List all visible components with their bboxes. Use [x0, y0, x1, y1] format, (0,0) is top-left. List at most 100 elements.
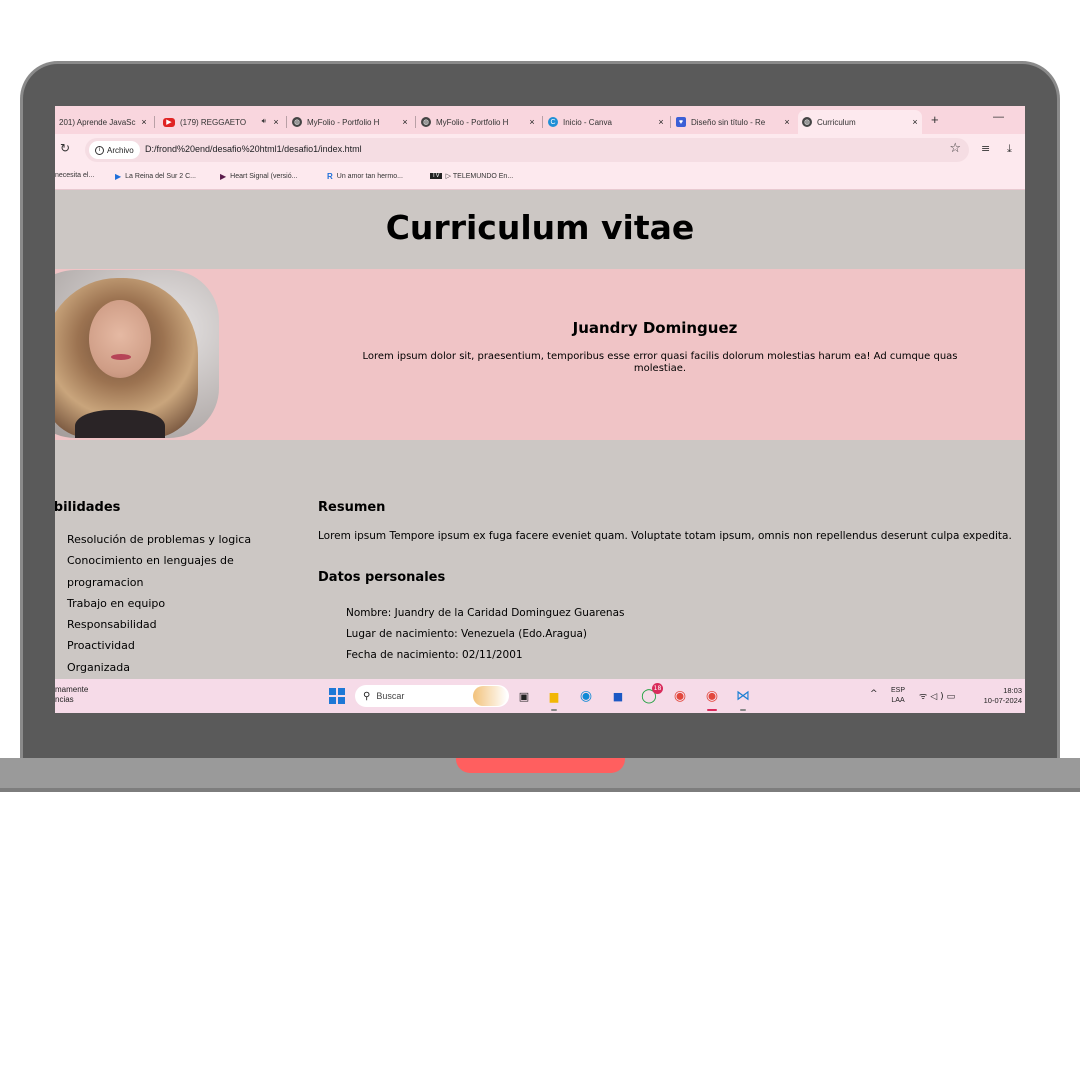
tab-separator [286, 116, 287, 128]
datos-item: Fecha de nacimiento: 02/11/2001 [346, 649, 523, 661]
tab-title: 201) Aprende JavaSc [59, 117, 136, 127]
bookmarks-bar: necesita el... ▶ La Reina del Sur 2 C...… [55, 166, 1025, 190]
url-text[interactable]: D:/frond%20end/desafio%20html1/desafio1/… [145, 144, 362, 154]
tab-aprende-javascript[interactable]: 201) Aprende JavaSc × [55, 110, 151, 134]
active-indicator [707, 709, 717, 711]
start-button[interactable] [329, 688, 345, 704]
chevron-up-icon[interactable]: ^ [870, 689, 878, 699]
tab-myfolio-2[interactable]: ◍ MyFolio - Portfolio H × [417, 110, 539, 134]
battery-icon: ▭ [946, 692, 959, 702]
play-icon: ▶ [115, 172, 122, 181]
vscode-icon[interactable]: ⋈ [734, 687, 752, 711]
store-icon[interactable]: ■ [609, 687, 627, 705]
reading-list-icon[interactable]: ≡ [981, 142, 990, 155]
profile-photo [55, 270, 219, 438]
notification-badge: 18 [652, 683, 663, 694]
tab-title: MyFolio - Portfolio H [307, 117, 380, 127]
clock[interactable]: 18:03 10-07-2024 [975, 686, 1022, 706]
chrome-icon[interactable]: ◉ [671, 687, 689, 705]
tab-title: Inicio - Canva [563, 117, 612, 127]
bookmark-label: ▷ TELEMUNDO En... [445, 173, 514, 180]
datos-list: Nombre: Juandry de la Caridad Dominguez … [346, 603, 625, 666]
speaker-icon[interactable]: 🔊︎ [262, 118, 266, 126]
tab-title: (179) REGGAETO [180, 117, 247, 127]
tab-myfolio-1[interactable]: ◍ MyFolio - Portfolio H × [288, 110, 412, 134]
skills-list: Resolución de problemas y logica Conocim… [67, 529, 267, 678]
close-icon[interactable]: × [908, 117, 922, 127]
download-icon[interactable]: ⤓ [1007, 142, 1012, 156]
youtube-icon: ▶ [163, 117, 175, 127]
search-placeholder: Buscar [376, 691, 405, 701]
site-chip-label: Archivo [107, 145, 134, 155]
close-icon[interactable]: × [780, 117, 794, 127]
tab-separator [670, 116, 671, 128]
chrome-profile-icon[interactable]: ◉ [703, 687, 721, 711]
close-icon[interactable]: × [525, 117, 539, 127]
skill-item: Proactividad [67, 639, 135, 653]
web-page: Curriculum vitae Juandry Dominguez Lorem… [55, 190, 1025, 679]
taskbar: mamente ncias ⚲ Buscar ▣ ▆ ◉ ■ ◯ 18 ◉ ◉ ⋈… [55, 679, 1025, 713]
laptop-screen: 201) Aprende JavaSc × ▶ (179) REGGAETO 🔊… [55, 106, 1025, 713]
edge-icon[interactable]: ◉ [577, 687, 595, 705]
profile-name: Juandry Dominguez [572, 319, 738, 337]
bookmark-star-icon[interactable]: ☆ [949, 141, 961, 156]
tv-icon: TV [430, 173, 442, 179]
weather-line-1: mamente [55, 685, 89, 694]
search-icon: ⚲ [363, 690, 371, 702]
search-highlight-art [473, 686, 507, 706]
tab-separator [154, 116, 155, 128]
language-indicator[interactable]: ESP LAA [891, 686, 905, 706]
chat-icon: ♥ [676, 117, 686, 127]
volume-icon: ◁) [930, 692, 947, 702]
globe-icon: ◍ [292, 117, 302, 127]
resumen-text: Lorem ipsum Tempore ipsum ex fuga facere… [318, 530, 1012, 542]
globe-icon: ◍ [802, 117, 812, 127]
tab-strip: 201) Aprende JavaSc × ▶ (179) REGGAETO 🔊… [55, 106, 1025, 134]
tab-curriculum[interactable]: ◍ Curriculum × [798, 110, 922, 134]
bookmark-item[interactable]: TV ▷ TELEMUNDO En... [430, 172, 513, 180]
laptop-notch [456, 758, 625, 773]
datos-item: Nombre: Juandry de la Caridad Dominguez … [346, 607, 625, 619]
reload-icon[interactable]: ↻ [60, 141, 70, 155]
bookmark-item[interactable]: ▶ La Reina del Sur 2 C... [115, 172, 196, 181]
datos-heading: Datos personales [318, 570, 446, 585]
clock-date: 10-07-2024 [983, 696, 1022, 705]
close-icon[interactable]: × [654, 117, 668, 127]
info-icon: i [95, 145, 104, 155]
file-explorer-icon[interactable]: ▆ [545, 687, 563, 711]
tab-reggaeton[interactable]: ▶ (179) REGGAETO 🔊︎ × [159, 110, 283, 134]
bookmark-label: necesita el... [55, 172, 95, 179]
page-title: Curriculum vitae [385, 208, 695, 247]
address-bar[interactable]: i Archivo D:/frond%20end/desafio%20html1… [85, 138, 969, 162]
lang-line-1: ESP [891, 687, 906, 694]
photo-lips [111, 354, 131, 360]
canva-icon: C [548, 117, 558, 127]
bookmark-item[interactable]: R Un amor tan hermo... [327, 172, 403, 181]
skill-item: Conocimiento en lenguajes de programacio… [67, 554, 234, 589]
taskbar-search[interactable]: ⚲ Buscar [355, 685, 509, 707]
system-tray-icons[interactable]: ᯤ◁)▭ [919, 689, 958, 702]
tab-separator [415, 116, 416, 128]
datos-item: Lugar de nacimiento: Venezuela (Edo.Arag… [346, 628, 588, 640]
minimize-button[interactable]: — [993, 111, 1004, 123]
close-icon[interactable]: × [137, 117, 151, 127]
windows-logo-tile [338, 697, 345, 704]
weather-widget[interactable]: mamente ncias [55, 685, 88, 705]
skill-item: Trabajo en equipo [67, 596, 166, 610]
resumen-heading: Resumen [318, 500, 386, 515]
bookmark-item[interactable]: ▶ Heart Signal (versió... [220, 172, 297, 181]
new-tab-button[interactable]: + [931, 112, 939, 127]
profile-intro: Lorem ipsum dolor sit, praesentium, temp… [362, 351, 958, 374]
tab-diseno[interactable]: ♥ Diseño sin título - Re × [672, 110, 794, 134]
tab-separator [542, 116, 543, 128]
whatsapp-icon[interactable]: ◯ 18 [640, 683, 663, 705]
tab-canva[interactable]: C Inicio - Canva × [544, 110, 668, 134]
task-view-icon[interactable]: ▣ [515, 687, 533, 705]
close-icon[interactable]: × [398, 117, 412, 127]
skill-item: Organizada [67, 660, 130, 674]
close-icon[interactable]: × [269, 117, 283, 127]
skill-item: Resolución de problemas y logica [67, 533, 252, 546]
running-indicator [740, 709, 746, 711]
site-info-chip[interactable]: i Archivo [89, 141, 140, 159]
bookmark-item[interactable]: necesita el... [55, 172, 94, 179]
